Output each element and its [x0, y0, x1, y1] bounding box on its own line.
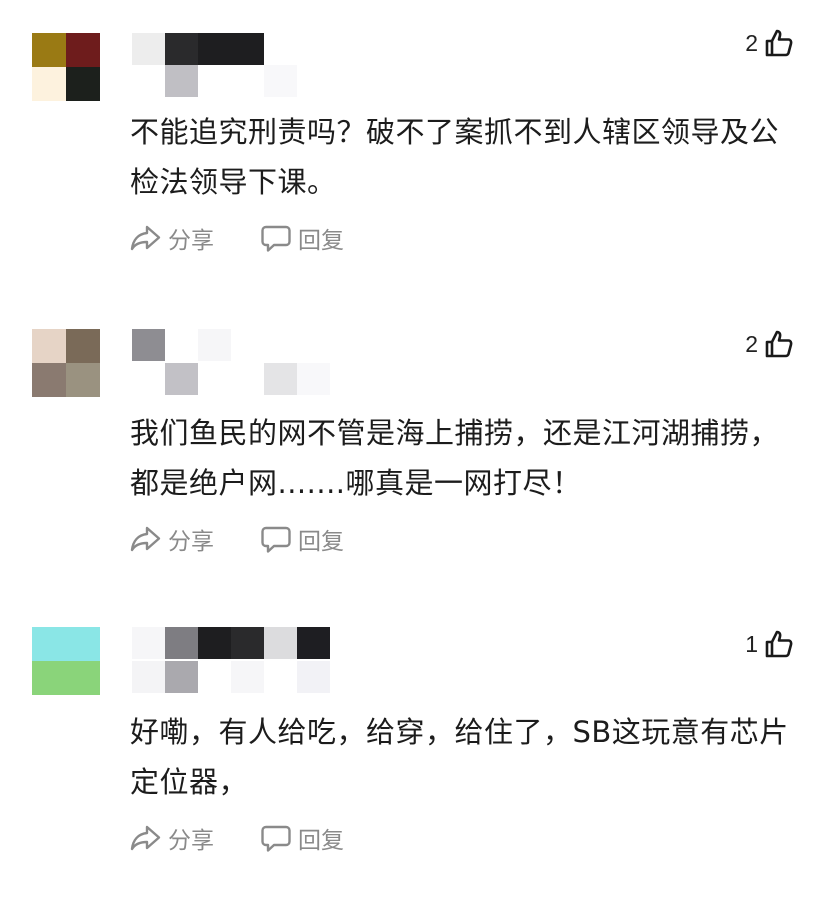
comment-item: 1 好嘞，有人给吃，给穿，给住了，SB这玩意有芯片定位器， 分享 回复	[0, 600, 828, 900]
mosaic-pixel	[297, 661, 330, 693]
mosaic-pixel	[165, 661, 198, 693]
speech-bubble-icon	[261, 225, 291, 252]
reply-label: 回复	[298, 228, 344, 254]
thumbs-up-icon	[765, 330, 793, 358]
avatar-pixel	[32, 329, 66, 363]
share-button[interactable]: 分享	[130, 821, 214, 855]
share-label: 分享	[168, 228, 214, 254]
mosaic-pixel	[132, 329, 165, 361]
comment-text: 不能追究刑责吗？破不了案抓不到人辖区领导及公检法领导下课。	[130, 115, 780, 199]
comment-text: 我们鱼民的网不管是海上捕捞，还是江河湖捕捞，都是绝户网.......哪真是一网打…	[130, 416, 780, 500]
mosaic-pixel	[132, 33, 165, 65]
mosaic-pixel	[165, 363, 198, 395]
like-count: 1	[745, 630, 758, 657]
mosaic-pixel	[132, 627, 165, 659]
avatar-pixel	[32, 363, 66, 397]
reply-button[interactable]: 回复	[260, 821, 344, 855]
mosaic-pixel	[132, 661, 165, 693]
avatar-pixel	[32, 67, 66, 101]
avatar[interactable]	[32, 627, 100, 695]
comment-actions: 分享 回复	[130, 523, 344, 555]
share-label: 分享	[168, 529, 214, 555]
speech-bubble-icon	[261, 825, 291, 852]
avatar[interactable]	[32, 33, 100, 101]
avatar-pixel	[66, 329, 100, 363]
share-button[interactable]: 分享	[130, 522, 214, 556]
mosaic-pixel	[198, 627, 231, 659]
mosaic-pixel	[297, 363, 330, 395]
mosaic-pixel	[165, 33, 198, 65]
like-count: 2	[745, 29, 758, 56]
avatar[interactable]	[32, 329, 100, 397]
like-button[interactable]: 2	[745, 327, 794, 361]
share-arrow-icon	[130, 526, 161, 552]
like-count: 2	[745, 330, 758, 357]
avatar-pixel	[32, 627, 66, 661]
speech-bubble-icon	[261, 526, 291, 553]
reply-button[interactable]: 回复	[260, 221, 344, 255]
reply-button[interactable]: 回复	[260, 522, 344, 556]
username-mosaic[interactable]	[132, 33, 332, 103]
avatar-pixel	[66, 67, 100, 101]
comment-actions: 分享 回复	[130, 822, 344, 854]
mosaic-pixel	[297, 627, 330, 659]
comment-text: 好嘞，有人给吃，给穿，给住了，SB这玩意有芯片定位器，	[130, 715, 789, 799]
mosaic-pixel	[198, 33, 231, 65]
reply-label: 回复	[298, 828, 344, 854]
share-arrow-icon	[130, 825, 161, 851]
comment-item: 2 不能追究刑责吗？破不了案抓不到人辖区领导及公检法领导下课。 分享 回复	[0, 0, 828, 300]
avatar-pixel	[66, 661, 100, 695]
comment-item: 2 我们鱼民的网不管是海上捕捞，还是江河湖捕捞，都是绝户网.......哪真是一…	[0, 300, 828, 600]
username-mosaic[interactable]	[132, 329, 332, 399]
avatar-pixel	[32, 661, 66, 695]
mosaic-pixel	[264, 363, 297, 395]
mosaic-pixel	[165, 627, 198, 659]
share-button[interactable]: 分享	[130, 221, 214, 255]
thumbs-up-icon	[765, 29, 793, 57]
share-arrow-icon	[130, 225, 161, 251]
avatar-pixel	[66, 33, 100, 67]
mosaic-pixel	[264, 627, 297, 659]
like-button[interactable]: 1	[745, 627, 794, 661]
mosaic-pixel	[231, 627, 264, 659]
username-mosaic[interactable]	[132, 627, 332, 697]
mosaic-pixel	[231, 661, 264, 693]
like-button[interactable]: 2	[745, 26, 794, 60]
mosaic-pixel	[198, 329, 231, 361]
mosaic-pixel	[165, 65, 198, 97]
mosaic-pixel	[231, 33, 264, 65]
avatar-pixel	[66, 363, 100, 397]
mosaic-pixel	[264, 65, 297, 97]
avatar-pixel	[66, 627, 100, 661]
reply-label: 回复	[298, 529, 344, 555]
comment-actions: 分享 回复	[130, 222, 344, 254]
thumbs-up-icon	[765, 630, 793, 658]
share-label: 分享	[168, 828, 214, 854]
avatar-pixel	[32, 33, 66, 67]
